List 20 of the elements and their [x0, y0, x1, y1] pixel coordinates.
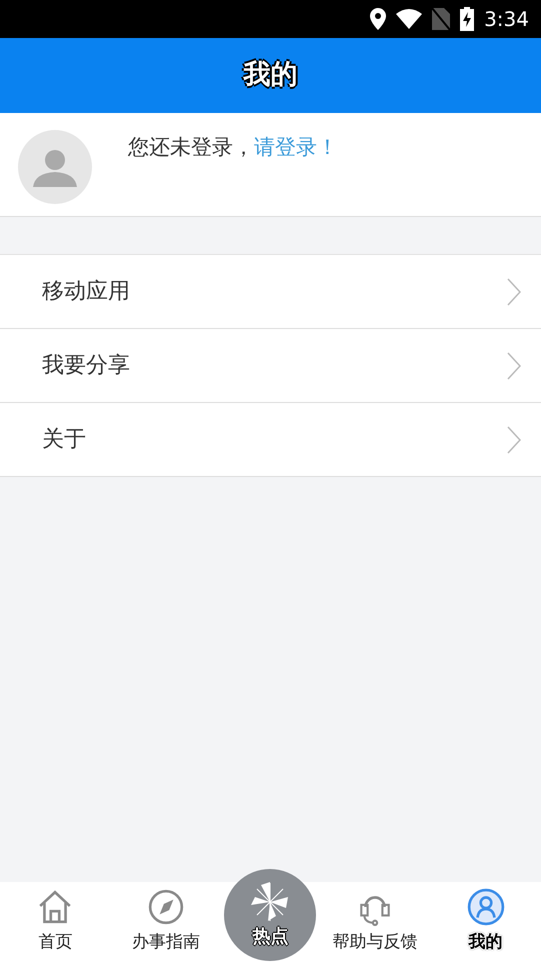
menu-row[interactable]: 关于 — [0, 403, 541, 477]
chevron-right-icon — [507, 278, 521, 306]
page-title: 我的 — [244, 58, 298, 92]
avatar-icon — [18, 130, 92, 204]
battery-icon — [460, 7, 474, 31]
login-prompt: 您还未登录，请登录！ — [128, 134, 338, 161]
tab-button[interactable]: 首页 — [0, 882, 111, 963]
location-icon — [370, 8, 386, 30]
compass-icon — [146, 888, 185, 926]
user-icon — [466, 888, 505, 926]
no-sim-icon — [432, 8, 450, 30]
tab-button[interactable]: 帮助与反馈 — [320, 882, 430, 963]
clock-time: 3:34 — [484, 6, 529, 33]
menu-row[interactable]: 我要分享 — [0, 329, 541, 403]
wifi-icon — [396, 9, 422, 29]
tab-button[interactable]: 办事指南 — [110, 882, 222, 963]
menu-row[interactable]: 移动应用 — [0, 255, 541, 329]
tab-button[interactable]: 我的 — [430, 882, 541, 963]
chevron-right-icon — [507, 352, 521, 380]
chevron-right-icon — [507, 426, 521, 454]
